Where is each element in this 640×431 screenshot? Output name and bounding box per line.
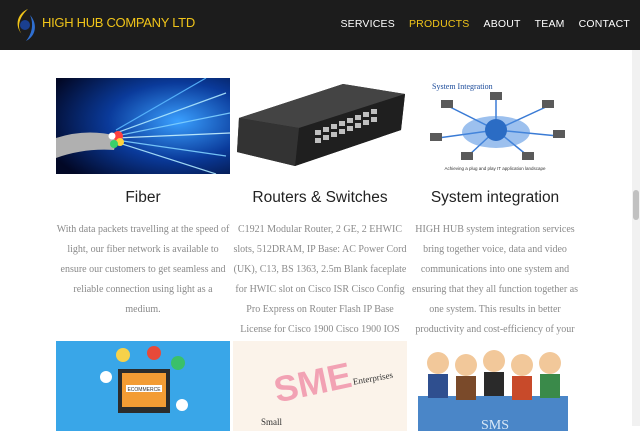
sms-label: SMS (481, 418, 509, 431)
nav-services[interactable]: SERVICES (340, 18, 395, 30)
brand-name[interactable]: HIGH HUB COMPANY LTD (42, 15, 195, 30)
fiber-optic-image (56, 77, 231, 175)
card-title: Fiber (125, 189, 161, 206)
ecommerce-image: ECOMMERCE (56, 341, 230, 431)
sms-team-image: SMS (408, 341, 582, 431)
product-card-routers: Routers & Switches C1921 Modular Router,… (233, 78, 407, 360)
product-card-system-integration: System Integration Achieving a plug and … (408, 78, 582, 360)
card-description: HIGH HUB system integration services bri… (411, 224, 579, 355)
scrollbar-thumb[interactable] (633, 190, 639, 220)
ecommerce-label: ECOMMERCE (127, 387, 161, 393)
product-card-fiber: Fiber With data packets travelling at th… (56, 77, 231, 320)
main-nav: SERVICES PRODUCTS ABOUT TEAM CONTACT (326, 18, 630, 30)
page-scrollbar[interactable] (632, 50, 640, 426)
nav-team[interactable]: TEAM (535, 18, 565, 30)
nav-products[interactable]: PRODUCTS (409, 18, 470, 30)
top-navbar: HIGH HUB COMPANY LTD SERVICES PRODUCTS A… (0, 0, 640, 50)
nav-contact[interactable]: CONTACT (579, 18, 630, 30)
nav-about[interactable]: ABOUT (483, 18, 520, 30)
system-integration-image: System Integration Achieving a plug and … (408, 78, 582, 174)
card-description: With data packets travelling at the spee… (56, 224, 230, 315)
card-description: C1921 Modular Router, 2 GE, 2 EHWIC slot… (233, 224, 407, 355)
image-caption: Achieving a plug and play IT application… (445, 166, 546, 171)
image-title: System Integration (432, 82, 493, 91)
card-title: System integration (430, 189, 560, 206)
card-title: Routers & Switches (252, 189, 388, 206)
sme-image: SME Enterprises Small (233, 341, 407, 431)
company-logo-icon[interactable] (8, 6, 42, 44)
network-switch-image (233, 78, 407, 174)
